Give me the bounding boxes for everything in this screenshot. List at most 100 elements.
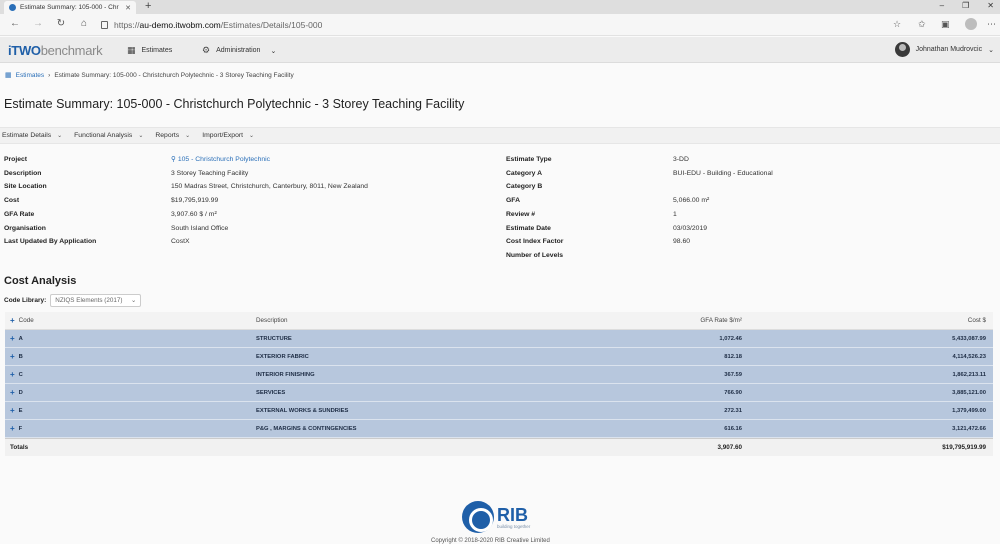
minimize-icon[interactable]: – (940, 1, 944, 10)
tab-estimate-details[interactable]: Estimate Details ⌄ (0, 132, 64, 139)
detail-value: 5,066.00 m² (673, 197, 710, 205)
project-link[interactable]: ⚲ 105 - Christchurch Polytechnic (171, 153, 491, 167)
detail-value: South Island Office (171, 224, 229, 232)
expand-row-icon[interactable]: + (10, 370, 15, 379)
detail-value: $19,795,919.99 (171, 197, 219, 205)
browser-tab-title: Estimate Summary: 105-000 - Chr (20, 4, 119, 11)
chevron-down-icon: ⌄ (57, 133, 63, 139)
table-row[interactable]: + E EXTERNAL WORKS & SUNDRIES 272.31 1,37… (5, 402, 993, 420)
table-row[interactable]: + D SERVICES 766.90 3,885,121.00 (5, 384, 993, 402)
details-left-values: ⚲ 105 - Christchurch Polytechnic 3 Store… (171, 153, 491, 249)
avatar (894, 42, 910, 57)
expand-row-icon[interactable]: + (10, 334, 15, 343)
column-gfa-rate[interactable]: GFA Rate $/m² (696, 317, 742, 324)
rib-logo: RIB building together (462, 501, 530, 533)
url-path: /Estimates/Details/105-000 (220, 20, 323, 30)
detail-label: Review # (506, 210, 536, 218)
code-library: Code Library: NZIQS Elements (2017) ⌄ (4, 294, 142, 307)
column-cost[interactable]: Cost $ (742, 317, 989, 324)
window-controls: – ❐ ✕ (940, 1, 994, 10)
code-library-select[interactable]: NZIQS Elements (2017) ⌄ (50, 294, 142, 307)
favorites-icon[interactable]: ✩ (918, 19, 926, 30)
detail-value: 03/03/2019 (673, 224, 708, 232)
table-row[interactable]: + C INTERIOR FINISHING 367.59 1,862,213.1… (5, 366, 993, 384)
gear-icon: ⚙ (202, 45, 211, 55)
table-row[interactable]: + F P&G , MARGINS & CONTINGENCIES 616.16 … (5, 420, 993, 438)
breadcrumb-estimates-link[interactable]: Estimates (16, 72, 45, 79)
forward-icon[interactable]: → (31, 18, 45, 29)
detail-label: Estimate Date (506, 224, 551, 232)
code-library-label: Code Library: (4, 297, 47, 304)
column-code[interactable]: Code (19, 317, 34, 324)
calculator-icon: ▦ (127, 45, 136, 55)
column-description[interactable]: Description (256, 317, 696, 324)
detail-value: CostX (171, 238, 190, 246)
site-favicon-icon (9, 4, 16, 11)
chevron-down-icon: ⌄ (988, 46, 994, 54)
refresh-icon[interactable]: ↻ (54, 18, 68, 29)
detail-value: 98.60 (673, 238, 691, 246)
breadcrumb: ▦ Estimates › Estimate Summary: 105-000 … (5, 71, 294, 80)
user-name: Johnathan Mudrovcic (915, 46, 983, 53)
tab-reports[interactable]: Reports ⌄ (153, 132, 192, 139)
totals-label: Totals (10, 444, 29, 451)
detail-label: Last Updated By Application (4, 238, 97, 246)
expand-row-icon[interactable]: + (10, 424, 15, 433)
cost-analysis-heading: Cost Analysis (4, 275, 77, 287)
home-icon[interactable]: ⌂ (77, 18, 91, 29)
totals-gfa-rate: 3,907.60 (717, 444, 742, 451)
menu-estimates-label: Estimates (141, 47, 173, 54)
detail-value (673, 180, 973, 194)
user-menu[interactable]: Johnathan Mudrovcic ⌄ (894, 42, 994, 57)
table-totals-row: Totals 3,907.60 $19,795,919.99 (5, 438, 993, 456)
browser-profile-icon[interactable] (965, 18, 977, 30)
details-left-labels: Project Description Site Location Cost G… (4, 153, 164, 249)
totals-cost: $19,795,919.99 (942, 444, 986, 451)
cost-analysis-table: + Code Description GFA Rate $/m² Cost $ +… (5, 312, 993, 456)
close-tab-icon[interactable]: ✕ (125, 4, 131, 12)
detail-label: Organisation (4, 224, 46, 232)
tab-import-export[interactable]: Import/Export ⌄ (200, 132, 256, 139)
menu-administration-label: Administration (216, 47, 261, 54)
detail-label: Cost (4, 197, 20, 205)
detail-label: Category A (506, 169, 543, 177)
breadcrumb-current: Estimate Summary: 105-000 - Christchurch… (54, 71, 294, 79)
menu-administration[interactable]: ⚙ Administration ⌄ (202, 45, 276, 56)
detail-label: GFA (506, 197, 520, 205)
back-icon[interactable]: ← (8, 18, 22, 29)
more-options-icon[interactable]: ⋯ (987, 19, 996, 30)
url-field[interactable]: https://au-demo.itwobm.com/Estimates/Det… (101, 18, 881, 32)
favorite-star-icon[interactable]: ☆ (893, 19, 901, 30)
url-host: au-demo.itwobm.com (139, 20, 221, 30)
rib-logo-icon (462, 501, 494, 533)
detail-label: Estimate Type (506, 156, 552, 163)
close-window-icon[interactable]: ✕ (987, 1, 994, 10)
collections-icon[interactable]: ▣ (941, 19, 950, 30)
expand-row-icon[interactable]: + (10, 352, 15, 361)
detail-value: 3 Storey Teaching Facility (171, 169, 249, 177)
table-row[interactable]: + B EXTERIOR FABRIC 812.18 4,114,526.23 (5, 348, 993, 366)
map-pin-icon: ⚲ (171, 156, 178, 163)
estimates-icon: ▦ (5, 72, 12, 79)
browser-tab[interactable]: Estimate Summary: 105-000 - Chr ✕ (4, 1, 136, 14)
rib-brand: RIB (497, 504, 528, 525)
detail-value (673, 249, 973, 263)
breadcrumb-separator: › (48, 71, 51, 79)
table-row[interactable]: + A STRUCTURE 1,072.46 5,433,087.99 (5, 330, 993, 348)
detail-value: 150 Madras Street, Christchurch, Canterb… (171, 183, 368, 191)
expand-row-icon[interactable]: + (10, 406, 15, 415)
chevron-down-icon: ⌄ (130, 297, 137, 304)
detail-label: Cost Index Factor (506, 238, 564, 246)
detail-label: Category B (506, 183, 543, 191)
details-right-values: 3-DD BUI-EDU - Building - Educational 5,… (673, 153, 973, 263)
new-tab-icon[interactable]: + (145, 0, 151, 12)
tab-functional-analysis[interactable]: Functional Analysis ⌄ (72, 132, 145, 139)
app-logo[interactable]: iTWObenchmark (8, 43, 103, 58)
expand-all-icon[interactable]: + (10, 316, 15, 325)
restore-icon[interactable]: ❐ (962, 1, 969, 10)
detail-label: Description (4, 169, 42, 177)
detail-value: BUI-EDU - Building - Educational (673, 169, 773, 177)
expand-row-icon[interactable]: + (10, 388, 15, 397)
detail-label: Site Location (4, 183, 47, 191)
menu-estimates[interactable]: ▦ Estimates (127, 45, 172, 56)
